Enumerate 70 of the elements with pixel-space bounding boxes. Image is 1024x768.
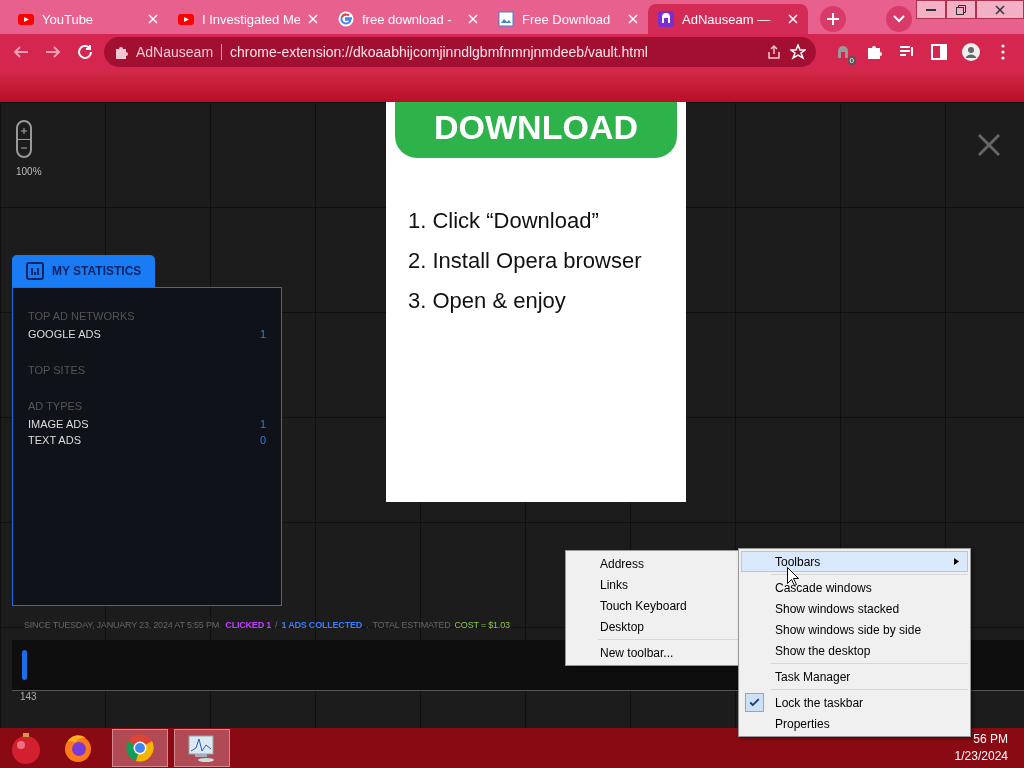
submenu-arrow-icon <box>954 558 959 565</box>
stat-value: 0 <box>259 434 266 446</box>
tab-search-button[interactable] <box>886 6 912 32</box>
statistics-tab[interactable]: MY STATISTICS <box>12 255 156 287</box>
extension-logo-icon <box>658 11 674 27</box>
site-name: AdNauseam <box>136 44 214 60</box>
total-estimated-label: TOTAL ESTIMATED <box>372 620 451 630</box>
plus-icon <box>827 13 839 25</box>
stat-label: IMAGE ADS <box>28 418 89 430</box>
url-text: chrome-extension://dkoaabhijcomjinndlgbmfnmnjnmdeeb/vault.html <box>230 44 649 60</box>
browser-tab[interactable]: AdNauseam — <box>648 4 808 34</box>
menu-item[interactable]: Toolbars <box>741 551 968 572</box>
ads-collected-count: 1 ADS COLLECTED <box>281 620 363 630</box>
restore-icon <box>956 4 966 15</box>
since-text: SINCE TUESDAY, JANUARY 23, 2024 AT 5:55 PM. <box>24 620 222 630</box>
section-heading: TOP SITES <box>28 364 87 376</box>
chrome-logo-icon[interactable] <box>124 732 156 764</box>
step-text: 2. Install Opera browser <box>408 248 643 274</box>
ad-card[interactable]: DOWNLOAD 1. Click “Download” 2. Install Opera browser 3. Open & enjoy <box>386 102 686 502</box>
menu-item[interactable]: Desktop <box>568 616 739 637</box>
star-icon[interactable] <box>790 44 806 60</box>
stat-label: GOOGLE ADS <box>28 328 101 340</box>
picture-icon <box>498 11 514 27</box>
g-logo-icon <box>338 11 354 27</box>
menu-item[interactable]: Address <box>568 553 739 574</box>
menu-item[interactable]: Show windows side by side <box>741 619 968 640</box>
section-heading: AD TYPES <box>28 400 84 412</box>
menu-item[interactable]: Lock the taskbar <box>741 692 968 713</box>
taskbar-button[interactable] <box>174 729 230 767</box>
play-icon <box>18 11 34 27</box>
clock-time: 56 PM <box>973 731 1008 748</box>
bar-chart-icon <box>26 262 44 280</box>
statistics-title: MY STATISTICS <box>52 264 142 278</box>
restore-button[interactable] <box>946 0 976 19</box>
menu-item[interactable]: Show the desktop <box>741 640 968 661</box>
badge-count: 0 <box>847 56 856 65</box>
clicked-count: CLICKED 1 <box>225 620 272 630</box>
share-icon[interactable] <box>766 44 782 60</box>
fox-globe-icon[interactable] <box>62 732 94 764</box>
new-tab-button[interactable] <box>820 6 846 32</box>
taskbar-button[interactable] <box>112 729 168 767</box>
menu-item[interactable]: Show windows stacked <box>741 598 968 619</box>
close-icon[interactable] <box>978 134 1000 156</box>
timeline-label: 143 <box>20 691 37 702</box>
zoom-level: 100% <box>16 166 42 177</box>
stat-value: 1 <box>259 328 266 340</box>
step-text: 1. Click “Download” <box>408 208 600 234</box>
step-text: 3. Open & enjoy <box>408 288 567 314</box>
close-window-button[interactable] <box>976 0 1024 19</box>
slash-text: / <box>275 620 278 630</box>
extension-button[interactable]: 0 <box>830 39 856 65</box>
menu-item[interactable]: New toolbar... <box>568 642 739 663</box>
menu-item[interactable]: Cascade windows <box>741 577 968 598</box>
timeline-handle[interactable] <box>22 650 27 680</box>
play-icon <box>178 11 194 27</box>
close-icon <box>995 4 1005 15</box>
cost-value: COST = $1.03 <box>454 620 510 630</box>
puzzle-icon <box>114 45 128 59</box>
period-text: . <box>366 620 369 630</box>
stat-value: 1 <box>259 418 266 430</box>
menu-item[interactable]: Task Manager <box>741 666 968 687</box>
chevron-down-icon <box>893 15 905 23</box>
menu-item[interactable]: Links <box>568 574 739 595</box>
stat-label: TEXT ADS <box>28 434 81 446</box>
clock-date: 1/23/2024 <box>954 748 1008 765</box>
section-heading: TOP AD NETWORKS <box>28 310 136 322</box>
minimize-button[interactable] <box>916 0 946 19</box>
address-bar[interactable]: AdNauseam chrome-extension://dkoaabhijcomjinndlgbmfnmnjnmdeeb/vault.html <box>104 37 816 67</box>
menu-item[interactable]: Properties <box>741 713 968 734</box>
menu-item[interactable]: Touch Keyboard <box>568 595 739 616</box>
